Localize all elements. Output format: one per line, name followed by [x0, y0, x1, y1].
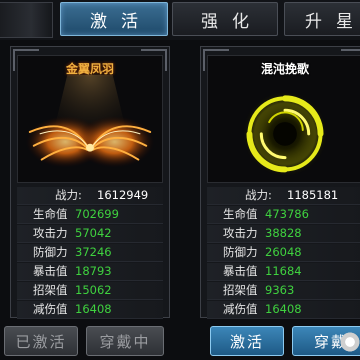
stat-row: 招架值 15062 [17, 282, 163, 300]
stat-label: 生命值 [33, 207, 68, 221]
power-value: 1185181 [287, 188, 339, 202]
tab-enhance[interactable]: 强化 [172, 2, 278, 36]
equip-button[interactable]: 穿戴 [292, 326, 360, 356]
stat-value: 26048 [265, 245, 302, 259]
tab-bar-ornament [0, 2, 53, 38]
item-preview: 金翼凤羽 [17, 55, 163, 183]
stat-value: 16408 [75, 302, 112, 316]
tab-star-up[interactable]: 升星 [284, 2, 360, 36]
power-value: 1612949 [97, 188, 149, 202]
stat-value: 15062 [75, 283, 112, 297]
stat-row: 减伤值 16408 [17, 301, 163, 319]
item-card-golden-wings[interactable]: 金翼凤羽 战力: 1612949 生命值 702699 攻击力 57042 防御… [10, 46, 170, 320]
stat-row: 减伤值 16408 [207, 301, 360, 319]
stat-row: 生命值 702699 [17, 206, 163, 224]
stat-value: 16408 [265, 302, 302, 316]
stat-value: 9363 [265, 283, 295, 297]
stat-label: 减伤值 [223, 302, 258, 316]
tab-activate[interactable]: 激活 [60, 2, 168, 36]
stat-row: 招架值 9363 [207, 282, 360, 300]
stat-row: 攻击力 38828 [207, 225, 360, 243]
stat-value: 38828 [265, 226, 302, 240]
stat-value: 37246 [75, 245, 112, 259]
item-card-chaos-elegy[interactable]: 混沌挽歌 战力: 1185181 生命值 473786 攻击力 38828 防御… [200, 46, 360, 320]
stat-row: 暴击值 18793 [17, 263, 163, 281]
equipped-button[interactable]: 穿戴中 [86, 326, 164, 356]
power-label: 战力: [55, 188, 82, 202]
power-row: 战力: 1185181 [207, 187, 360, 205]
item-preview: 混沌挽歌 [207, 55, 360, 183]
stat-label: 招架值 [223, 283, 258, 297]
stat-list: 战力: 1185181 生命值 473786 攻击力 38828 防御力 26048 … [207, 187, 360, 320]
activate-button[interactable]: 激活 [210, 326, 284, 356]
stat-label: 防御力 [223, 245, 258, 259]
stat-label: 暴击值 [33, 264, 68, 278]
stat-value: 473786 [265, 207, 309, 221]
stat-value: 11684 [265, 264, 302, 278]
stat-list: 战力: 1612949 生命值 702699 攻击力 57042 防御力 37246 … [17, 187, 163, 320]
power-row: 战力: 1612949 [17, 187, 163, 205]
stat-value: 702699 [75, 207, 119, 221]
power-label: 战力: [245, 188, 272, 202]
tab-bar: 激活 强化 升星 [0, 0, 360, 40]
stat-row: 生命值 473786 [207, 206, 360, 224]
stat-label: 减伤值 [33, 302, 68, 316]
stat-row: 攻击力 57042 [17, 225, 163, 243]
wing-panel: 激活 强化 升星 金翼凤羽 战力: 1612949 生命值 702699 攻击力… [0, 0, 360, 360]
chaos-vortex-icon [241, 90, 329, 178]
stat-label: 攻击力 [33, 226, 68, 240]
stat-value: 57042 [75, 226, 112, 240]
stat-label: 招架值 [33, 283, 68, 297]
stat-row: 防御力 26048 [207, 244, 360, 262]
stat-label: 暴击值 [223, 264, 258, 278]
stat-label: 攻击力 [223, 226, 258, 240]
stat-row: 防御力 37246 [17, 244, 163, 262]
touch-indicator-icon [339, 331, 360, 353]
stat-row: 暴击值 11684 [207, 263, 360, 281]
activated-button[interactable]: 已激活 [4, 326, 78, 356]
stat-value: 18793 [75, 264, 112, 278]
stat-label: 生命值 [223, 207, 258, 221]
stat-label: 防御力 [33, 245, 68, 259]
golden-wings-icon [25, 74, 155, 174]
